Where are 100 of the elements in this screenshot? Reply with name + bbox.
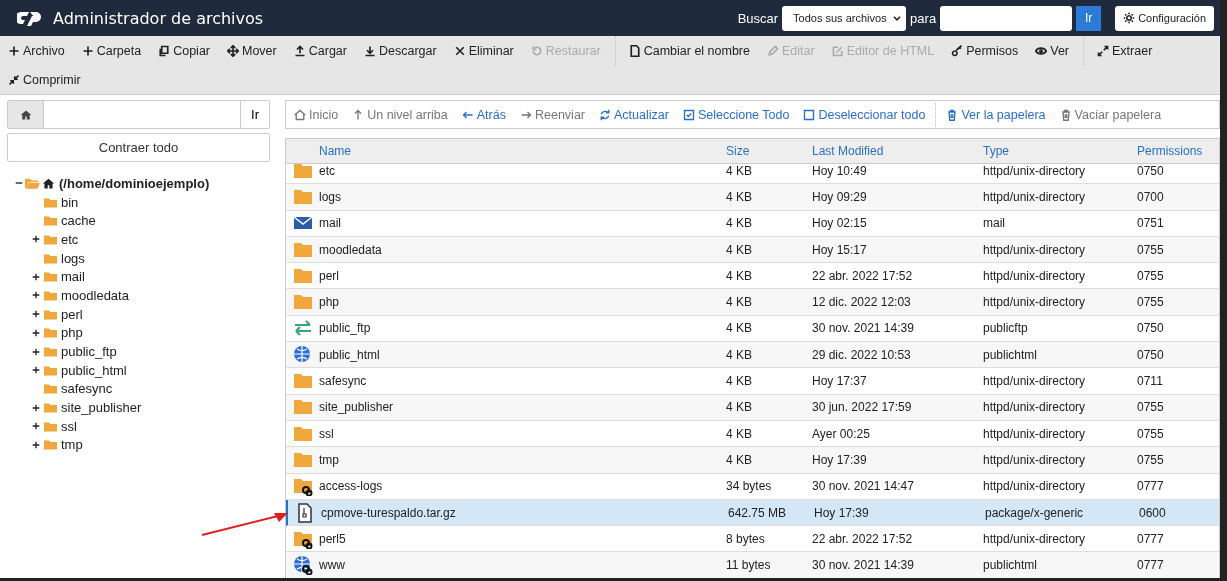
- file-row[interactable]: site_publisher 4 KB 30 jun. 2022 17:59 httpd/unix-directory 0755: [286, 394, 1219, 421]
- toolbar-button[interactable]: Permisos: [947, 36, 1023, 65]
- expand-icon[interactable]: [32, 310, 40, 319]
- home-icon: [42, 176, 55, 190]
- expand-icon[interactable]: [32, 235, 40, 244]
- file-row[interactable]: logs 4 KB Hoy 09:29 httpd/unix-directory 0700: [286, 184, 1219, 211]
- tree-item[interactable]: cache: [61, 213, 96, 229]
- file-name: etc: [319, 164, 336, 178]
- tree-item[interactable]: site_publisher: [61, 400, 142, 416]
- expand-icon[interactable]: [32, 440, 40, 449]
- expand-icon[interactable]: [32, 328, 40, 337]
- tree-item[interactable]: tmp: [61, 437, 83, 453]
- file-size: 34 bytes: [726, 479, 773, 494]
- toolbar-button[interactable]: Descargar: [359, 36, 441, 65]
- file-permissions: 0750: [1137, 347, 1165, 362]
- path-go-button[interactable]: Ir: [240, 101, 269, 128]
- file-size: 8 bytes: [726, 531, 766, 546]
- toolbar-button[interactable]: Comprimir: [4, 65, 85, 94]
- expand-icon[interactable]: [32, 272, 40, 281]
- tree-item[interactable]: etc: [61, 231, 79, 247]
- tree-item[interactable]: bin: [61, 194, 79, 210]
- tree-item[interactable]: logs: [61, 250, 85, 266]
- compress-icon: [8, 73, 20, 86]
- toolbar-button[interactable]: Archivo: [4, 36, 69, 65]
- file-size: 4 KB: [726, 216, 753, 231]
- nav-button[interactable]: Deseleccionar todo: [799, 102, 937, 127]
- column-header[interactable]: Type: [983, 144, 1137, 158]
- path-field[interactable]: Ir: [7, 100, 270, 129]
- toolbar-button[interactable]: Carpeta: [77, 36, 146, 65]
- file-row[interactable]: public_html 4 KB 29 dic. 2022 10:53 publichtml 0750: [286, 342, 1219, 369]
- column-header[interactable]: Permissions: [1137, 144, 1219, 158]
- tree-item[interactable]: perl: [61, 306, 83, 322]
- toolbar-button[interactable]: Cargar: [289, 36, 351, 65]
- expand-icon[interactable]: [32, 422, 40, 431]
- column-header[interactable]: Size: [726, 144, 812, 158]
- file-row[interactable]: tmp 4 KB Hoy 17:39 httpd/unix-directory 0755: [286, 447, 1219, 474]
- nav-button[interactable]: Ver la papelera: [942, 107, 1050, 122]
- tree-item[interactable]: mail: [61, 269, 85, 285]
- search-scope-dropdown[interactable]: Todos sus archivos: [782, 5, 907, 31]
- toolbar-button[interactable]: Extraer: [1093, 36, 1157, 65]
- tree-item[interactable]: (/home/dominioejemplo): [59, 175, 210, 191]
- settings-button[interactable]: Configuración: [1115, 5, 1214, 31]
- file-type: publichtml: [983, 558, 1039, 573]
- toolbar-button[interactable]: Copiar: [154, 36, 214, 65]
- file-date: Hoy 09:29: [812, 189, 868, 204]
- file-size: 642.75 MB: [728, 505, 788, 520]
- tree-item[interactable]: safesync: [61, 381, 113, 397]
- file-row[interactable]: access-logs 34 bytes 30 nov. 2021 14:47 httpd/unix-directory 0777: [286, 473, 1219, 500]
- toolbar-button[interactable]: Ver: [1031, 36, 1084, 65]
- file-type: httpd/unix-directory: [983, 452, 1087, 467]
- file-type: httpd/unix-directory: [983, 374, 1087, 388]
- trash-icon: [946, 108, 959, 121]
- move-icon: [227, 44, 239, 57]
- file-row[interactable]: cpmove-turespaldo.tar.gz 642.75 MB Hoy 17:39 package/x-generic 0600: [286, 499, 1219, 527]
- file-row[interactable]: www 11 bytes 30 nov. 2021 14:39 publichtml 0777: [286, 552, 1219, 578]
- upload-icon: [293, 44, 306, 57]
- file-row[interactable]: mail 4 KB Hoy 02:15 mail 0751: [286, 210, 1219, 237]
- globe-icon: [292, 344, 313, 365]
- toolbar-button[interactable]: Eliminar: [449, 36, 518, 65]
- search-go-button[interactable]: Ir: [1076, 5, 1102, 31]
- toolbar-button[interactable]: Cambiar el nombre: [624, 36, 754, 65]
- file-permissions: 0755: [1137, 400, 1165, 415]
- toolbar-button[interactable]: Mover: [223, 36, 281, 65]
- folder-icon: [44, 346, 57, 358]
- tree-item[interactable]: public_ftp: [61, 344, 117, 360]
- folder-icon: [44, 289, 57, 301]
- column-header[interactable]: Last Modified: [812, 144, 983, 158]
- file-row[interactable]: safesync 4 KB Hoy 17:37 httpd/unix-directory 0711: [286, 368, 1219, 395]
- file-name: www: [319, 558, 346, 573]
- tree-item[interactable]: moodledata: [61, 287, 129, 303]
- file-type: package/x-generic: [985, 505, 1085, 520]
- plus-icon: [81, 44, 94, 57]
- search-field[interactable]: [940, 5, 1073, 31]
- tree-item[interactable]: ssl: [61, 418, 77, 434]
- expand-icon[interactable]: [32, 291, 40, 300]
- file-name: safesync: [319, 374, 368, 388]
- column-header[interactable]: Name: [319, 144, 726, 158]
- file-date: 30 nov. 2021 14:47: [812, 479, 915, 494]
- file-type: httpd/unix-directory: [983, 479, 1087, 494]
- file-row[interactable]: php 4 KB 12 dic. 2022 12:03 httpd/unix-directory 0755: [286, 289, 1219, 316]
- home-button[interactable]: [8, 101, 44, 128]
- refresh-icon: [599, 108, 611, 121]
- nav-button[interactable]: Seleccione Todo: [678, 107, 794, 122]
- folder-link-icon: [292, 476, 313, 497]
- expand-icon[interactable]: [32, 366, 40, 375]
- folder-icon: [44, 308, 57, 320]
- expand-icon[interactable]: [32, 403, 40, 412]
- file-date: Hoy 15:17: [812, 242, 868, 257]
- nav-button[interactable]: Actualizar: [595, 107, 673, 122]
- collapse-all-button[interactable]: Contraer todo: [7, 133, 270, 162]
- folder-icon: [44, 383, 57, 395]
- tree-item[interactable]: public_html: [61, 362, 127, 378]
- file-type: publicftp: [983, 321, 1029, 336]
- nav-button[interactable]: Atrás: [457, 107, 510, 122]
- tree-item[interactable]: php: [61, 325, 83, 341]
- expand-icon[interactable]: [32, 347, 40, 356]
- copy-icon: [158, 44, 171, 57]
- file-type: mail: [983, 216, 1006, 231]
- file-row[interactable]: moodledata 4 KB Hoy 15:17 httpd/unix-directory 0755: [286, 236, 1219, 264]
- file-name: perl: [319, 268, 340, 283]
